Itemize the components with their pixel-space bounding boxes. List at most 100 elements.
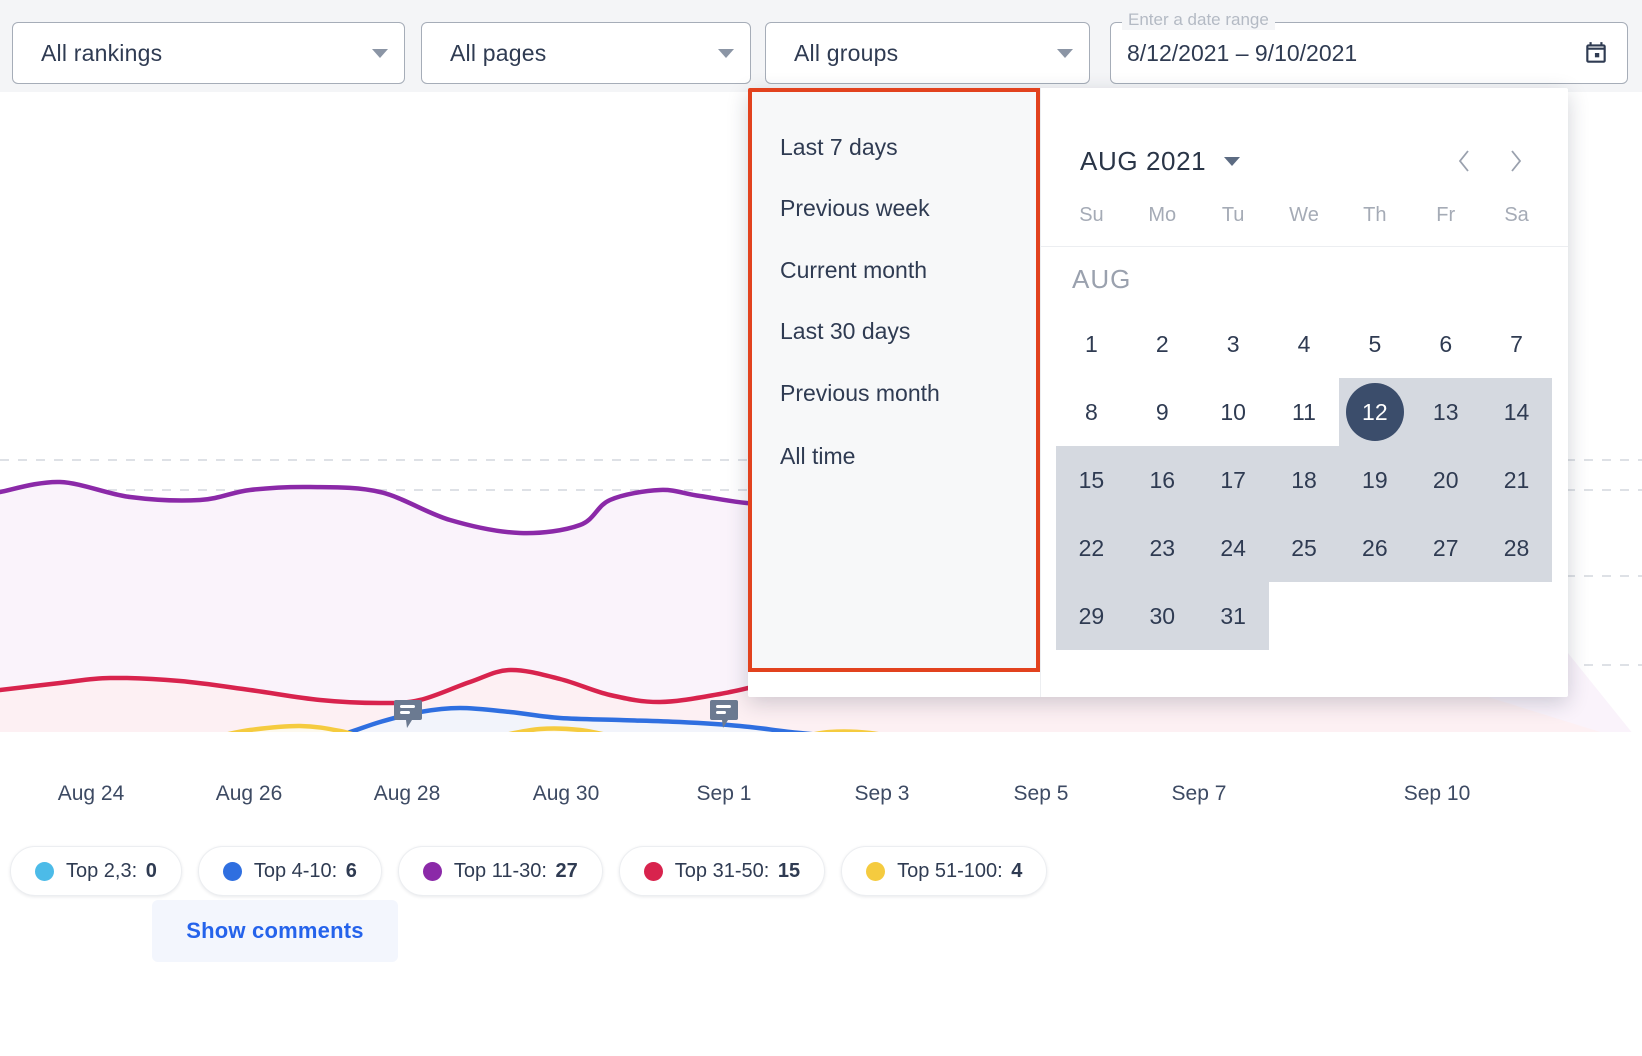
calendar-day-number: 1 — [1085, 330, 1098, 357]
x-axis-tick: Sep 3 — [854, 782, 910, 805]
calendar-day-number: 17 — [1220, 466, 1246, 493]
calendar-day-cell[interactable]: 29 — [1056, 582, 1127, 650]
x-axis-tick: Sep 7 — [1171, 782, 1227, 805]
calendar-day-grid: 1 2 3 4 5 6 7 8 9 10 11 12 13 14 15 16 17 18 19 20 21 22 23 24 2… — [1056, 310, 1552, 650]
calendar-day-cell[interactable]: 31 — [1197, 582, 1269, 650]
calendar-day-number: 9 — [1155, 398, 1169, 425]
calendar-weekday-row: Su Mo Tu We Th Fr Sa — [1056, 204, 1552, 227]
calendar-weekday: Fr — [1436, 204, 1456, 226]
calendar-day-cell[interactable]: 18 — [1268, 446, 1340, 514]
legend-color-dot — [422, 861, 442, 881]
calendar-month-year-label: AUG 2021 — [1080, 145, 1207, 176]
calendar-day-cell[interactable]: 27 — [1410, 514, 1482, 582]
x-axis-tick: Sep 10 — [1403, 782, 1471, 805]
pages-filter-label: All pages — [450, 39, 547, 66]
calendar-day-cell[interactable]: 13 — [1410, 378, 1482, 446]
legend-label: Top 31-50: 15 — [674, 859, 801, 882]
groups-filter-select[interactable]: All groups — [765, 22, 1090, 84]
legend-pill[interactable]: Top 11-30: 27 — [397, 846, 603, 896]
date-preset-item[interactable]: Previous month — [780, 380, 940, 407]
calendar-day-cell[interactable]: 20 — [1410, 446, 1482, 514]
calendar-day-cell[interactable]: 7 — [1481, 310, 1552, 378]
comment-marker-icon[interactable] — [709, 698, 739, 732]
legend-pill[interactable]: Top 4-10: 6 — [197, 846, 382, 896]
chevron-right-icon[interactable] — [1508, 147, 1524, 175]
calendar-month-year-button[interactable]: AUG 2021 — [1080, 145, 1241, 177]
pages-filter-select[interactable]: All pages — [421, 22, 751, 84]
show-comments-button[interactable]: Show comments — [152, 900, 398, 962]
calendar-day-number: 31 — [1220, 602, 1246, 629]
calendar-day-cell[interactable]: 24 — [1197, 514, 1269, 582]
legend-label: Top 4-10: 6 — [253, 859, 357, 882]
calendar-day-number: 29 — [1078, 602, 1105, 629]
chevron-down-icon — [718, 48, 734, 58]
date-preset-item[interactable]: Current month — [780, 257, 927, 284]
date-range-value: 8/12/2021 – 9/10/2021 — [1127, 39, 1358, 66]
calendar-day-cell[interactable]: 21 — [1481, 446, 1552, 514]
calendar-day-number: 24 — [1220, 534, 1246, 561]
calendar-day-cell[interactable]: 8 — [1056, 378, 1127, 446]
calendar-day-number: 7 — [1510, 330, 1523, 357]
calendar-day-cell[interactable]: 25 — [1268, 514, 1340, 582]
date-picker-panel: Last 7 days Previous week Current month Las… — [748, 88, 1568, 697]
date-preset-item[interactable]: Last 7 days — [780, 134, 898, 161]
date-preset-item[interactable]: Previous week — [780, 195, 930, 222]
comment-marker-icon[interactable] — [393, 698, 423, 732]
chevron-left-icon[interactable] — [1456, 147, 1472, 175]
calendar-day-number: 12 — [1362, 398, 1388, 425]
date-preset-item[interactable]: Last 30 days — [780, 318, 910, 345]
date-preset-item[interactable]: All time — [780, 443, 855, 470]
legend-label: Top 11-30: 27 — [453, 859, 578, 882]
calendar-day-cell[interactable]: 6 — [1410, 310, 1481, 378]
legend-pill[interactable]: Top 51-100: 4 — [841, 846, 1048, 896]
legend-color-dot — [35, 861, 54, 881]
calendar-day-number: 23 — [1149, 534, 1176, 561]
groups-filter-label: All groups — [794, 39, 899, 66]
calendar-day-cell[interactable]: 14 — [1481, 378, 1552, 446]
calendar-day-number: 22 — [1078, 534, 1105, 561]
date-range-legend: Enter a date range — [1122, 10, 1275, 30]
calendar-day-cell[interactable]: 2 — [1127, 310, 1198, 378]
calendar-day-cell[interactable]: 22 — [1056, 514, 1127, 582]
calendar-weekday: Mo — [1148, 204, 1177, 226]
calendar-day-cell[interactable]: 17 — [1197, 446, 1269, 514]
calendar-day-cell[interactable]: 10 — [1198, 378, 1269, 446]
calendar-rule — [1040, 246, 1568, 247]
calendar: AUG 2021 Su Mo Tu We Th Fr Sa AUG 1 2 3 … — [1040, 88, 1568, 697]
calendar-day-number: 30 — [1149, 602, 1176, 629]
app-root: Aug 24 Aug 26 Aug 28 Aug 30 Sep 1 Sep 3 Sep 5 S… — [0, 0, 1642, 1056]
legend-color-dot — [866, 861, 886, 881]
calendar-day-cell[interactable]: 1 — [1056, 310, 1127, 378]
calendar-day-cell[interactable]: 16 — [1126, 446, 1198, 514]
calendar-day-cell[interactable]: 30 — [1126, 582, 1198, 650]
x-axis-tick: Aug 28 — [373, 782, 441, 805]
calendar-weekday: We — [1289, 204, 1319, 226]
calendar-day-number: 8 — [1085, 398, 1098, 425]
calendar-day-number: 18 — [1291, 466, 1317, 493]
calendar-day-cell[interactable]: 11 — [1269, 378, 1340, 446]
calendar-day-cell[interactable]: 23 — [1126, 514, 1198, 582]
calendar-day-cell[interactable]: 12 — [1339, 378, 1411, 446]
x-axis-tick: Sep 5 — [1013, 782, 1069, 805]
legend-label: Top 2,3: 0 — [66, 859, 157, 882]
x-axis-tick: Sep 1 — [696, 782, 752, 805]
rankings-filter-select[interactable]: All rankings — [12, 22, 405, 84]
chart-legend: Top 2,3: 0 Top 4-10: 6 Top 11-30: 27 Top 31… — [10, 846, 1048, 896]
calendar-day-cell[interactable]: 5 — [1339, 310, 1410, 378]
legend-color-dot — [222, 861, 242, 881]
legend-pill[interactable]: Top 2,3: 0 — [10, 846, 182, 896]
date-range-input[interactable]: 8/12/2021 – 9/10/2021 — [1110, 22, 1628, 84]
calendar-day-cell[interactable]: 19 — [1339, 446, 1411, 514]
legend-pill[interactable]: Top 31-50: 15 — [618, 846, 826, 896]
calendar-day-cell[interactable]: 28 — [1481, 514, 1552, 582]
calendar-day-number: 6 — [1439, 330, 1453, 357]
calendar-day-cell[interactable]: 26 — [1339, 514, 1411, 582]
calendar-day-number: 27 — [1432, 534, 1459, 561]
calendar-day-cell[interactable]: 3 — [1198, 310, 1269, 378]
calendar-icon[interactable] — [1583, 40, 1609, 66]
calendar-day-cell[interactable]: 4 — [1269, 310, 1340, 378]
x-axis-tick: Aug 26 — [215, 782, 283, 805]
calendar-day-cell[interactable]: 15 — [1056, 446, 1127, 514]
chart-x-axis: Aug 24 Aug 26 Aug 28 Aug 30 Sep 1 Sep 3 Sep 5 S… — [0, 782, 1642, 822]
calendar-day-cell[interactable]: 9 — [1127, 378, 1198, 446]
